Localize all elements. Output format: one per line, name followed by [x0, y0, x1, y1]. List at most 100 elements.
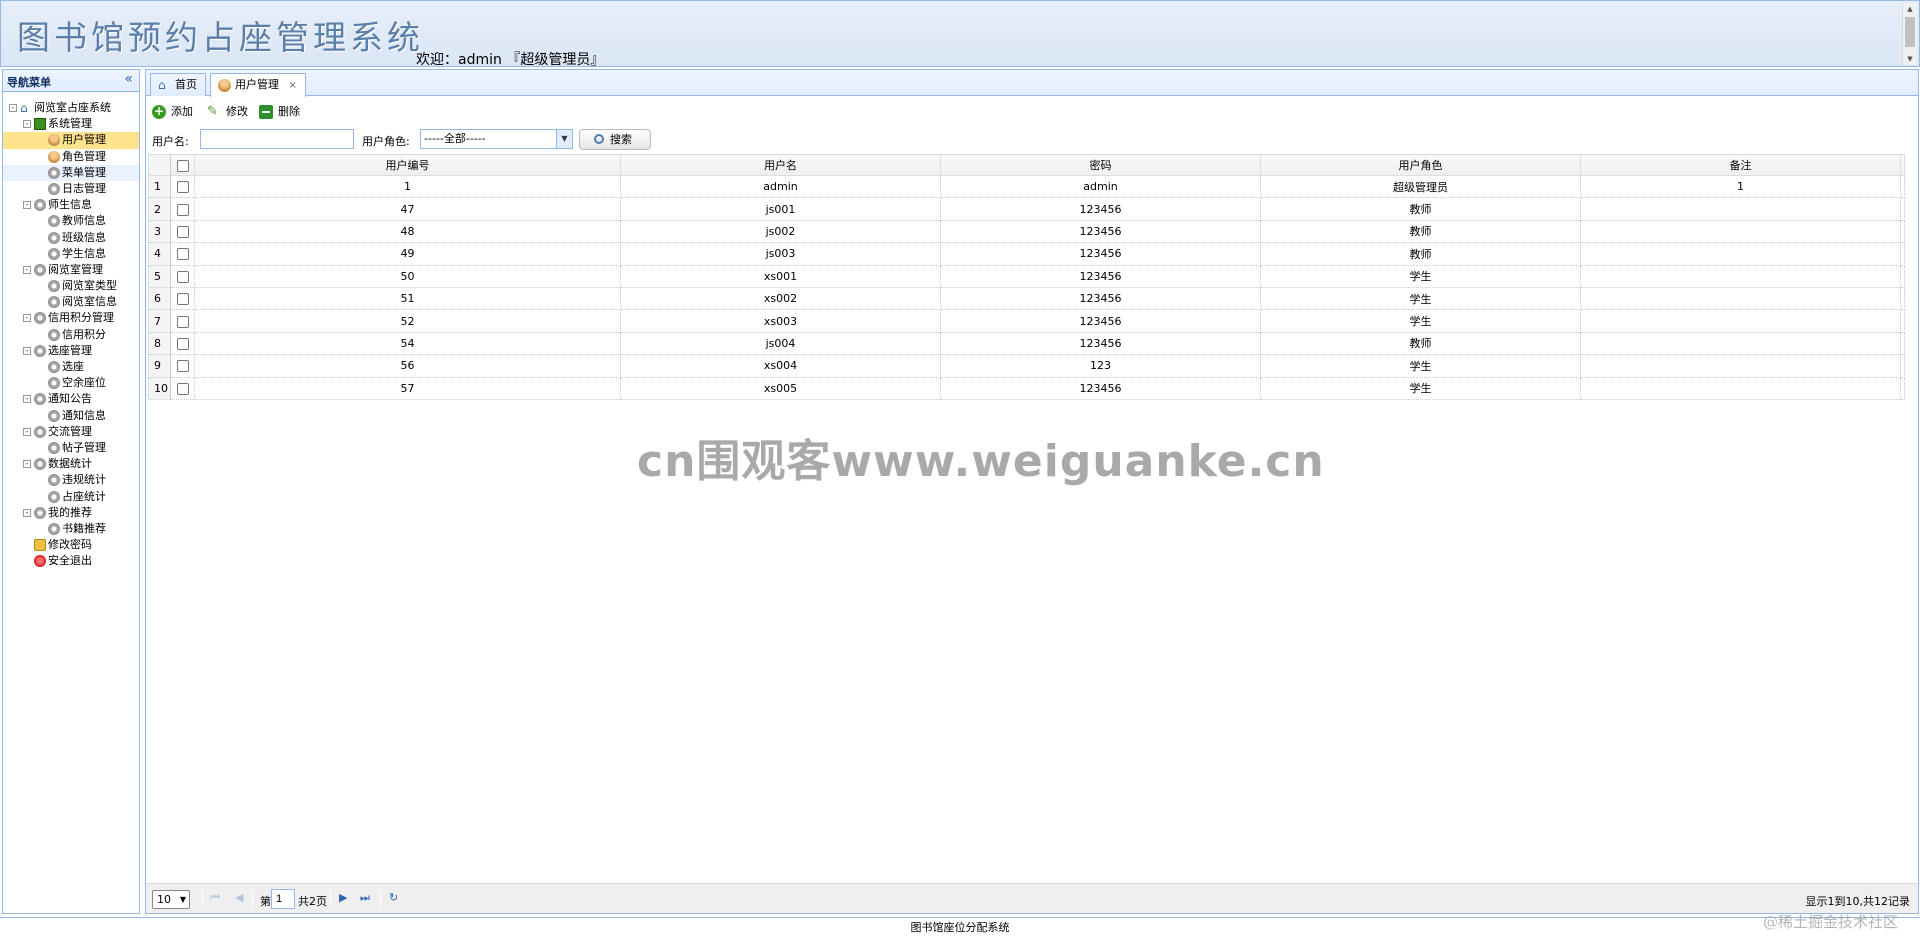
- collapse-toggle-icon[interactable]: -: [23, 265, 31, 274]
- pagination-info: 显示1到10,共12记录: [1805, 895, 1911, 908]
- row-checkbox[interactable]: [170, 331, 195, 356]
- row-checkbox[interactable]: [170, 242, 195, 266]
- collapse-toggle-icon[interactable]: -: [23, 395, 31, 404]
- col-remark[interactable]: 备注: [1580, 154, 1901, 176]
- nav-item[interactable]: - 信用积分管理: [3, 310, 139, 326]
- collapse-toggle-icon[interactable]: -: [23, 460, 31, 469]
- gear-icon: [48, 182, 60, 195]
- first-page-icon[interactable]: ⏮: [210, 891, 220, 905]
- refresh-icon[interactable]: ↻: [389, 891, 398, 904]
- page-prefix: 第: [260, 895, 271, 908]
- row-checkbox[interactable]: [170, 286, 195, 311]
- nav-item[interactable]: 通知信息: [3, 408, 139, 424]
- table-row[interactable]: 6 51 xs002 123456 学生: [148, 286, 1905, 311]
- tab-home[interactable]: ⌂ 首页: [150, 73, 206, 96]
- row-checkbox[interactable]: [170, 264, 195, 288]
- cell-password: 123456: [940, 286, 1261, 311]
- next-page-icon[interactable]: ▶: [339, 891, 347, 904]
- collapse-toggle-icon[interactable]: -: [23, 508, 31, 517]
- nav-item[interactable]: 书籍推荐: [3, 521, 139, 537]
- nav-item[interactable]: - 选座管理: [3, 343, 139, 359]
- table-row[interactable]: 9 56 xs004 123 学生: [148, 354, 1905, 378]
- nav-item[interactable]: 教师信息: [3, 213, 139, 229]
- page-number-input[interactable]: [271, 889, 295, 909]
- scroll-up-icon[interactable]: ▲: [1903, 3, 1917, 15]
- collapse-toggle-icon[interactable]: -: [9, 104, 17, 112]
- scroll-thumb[interactable]: [1905, 17, 1915, 47]
- nav-item[interactable]: 日志管理: [3, 181, 139, 197]
- table-row[interactable]: 1 1 admin admin 超级管理员 1: [148, 174, 1905, 199]
- nav-item[interactable]: 班级信息: [3, 230, 139, 246]
- chevron-down-icon[interactable]: ▼: [556, 130, 572, 148]
- nav-item[interactable]: - 通知公告: [3, 391, 139, 407]
- add-button[interactable]: + 添加: [152, 104, 193, 120]
- nav-item[interactable]: 占座统计: [3, 489, 139, 505]
- nav-item[interactable]: 菜单管理: [3, 164, 139, 181]
- col-role[interactable]: 用户角色: [1260, 154, 1581, 176]
- collapse-toggle-icon[interactable]: -: [23, 314, 31, 323]
- collapse-toggle-icon[interactable]: -: [23, 201, 31, 210]
- nav-item[interactable]: 选座: [3, 359, 139, 375]
- nav-item[interactable]: - ⌂ 阅览室占座系统: [3, 100, 139, 116]
- nav-item-label: 教师信息: [62, 214, 106, 228]
- nav-item[interactable]: 空余座位: [3, 375, 139, 391]
- table-row[interactable]: 2 47 js001 123456 教师: [148, 197, 1905, 221]
- row-checkbox[interactable]: [170, 219, 195, 244]
- page-size-select[interactable]: 10 ▼: [152, 890, 190, 909]
- nav-item[interactable]: 用户管理: [3, 132, 139, 149]
- table-row[interactable]: 4 49 js003 123456 教师: [148, 242, 1905, 266]
- row-checkbox[interactable]: [170, 354, 195, 378]
- table-row[interactable]: 5 50 xs001 123456 学生: [148, 264, 1905, 288]
- nav-item[interactable]: - 数据统计: [3, 456, 139, 472]
- col-username[interactable]: 用户名: [620, 154, 941, 176]
- nav-item[interactable]: 修改密码: [3, 537, 139, 553]
- nav-item-label: 数据统计: [48, 457, 92, 471]
- nav-item[interactable]: 信用积分: [3, 327, 139, 343]
- collapse-toggle-icon[interactable]: -: [23, 346, 31, 355]
- role-select[interactable]: -----全部----- ▼: [420, 129, 573, 149]
- edit-button[interactable]: ✎ 修改: [207, 104, 248, 120]
- last-page-icon[interactable]: ⏭: [360, 891, 370, 905]
- row-number: 9: [148, 354, 171, 378]
- nav-item[interactable]: 违规统计: [3, 472, 139, 488]
- pager-divider: [202, 890, 203, 908]
- search-button[interactable]: 搜索: [579, 129, 651, 150]
- col-password[interactable]: 密码: [940, 154, 1261, 176]
- row-checkbox[interactable]: [170, 376, 195, 400]
- prev-page-icon[interactable]: ◀: [235, 891, 243, 904]
- nav-item[interactable]: 阅览室类型: [3, 278, 139, 294]
- table-row[interactable]: 10 57 xs005 123456 学生: [148, 376, 1905, 400]
- nav-item[interactable]: - 系统管理: [3, 116, 139, 132]
- nav-item-label: 帖子管理: [62, 440, 106, 454]
- nav-item[interactable]: 帖子管理: [3, 440, 139, 456]
- table-row[interactable]: 7 52 xs003 123456 学生: [148, 309, 1905, 333]
- collapse-toggle-icon[interactable]: -: [23, 120, 31, 129]
- nav-item[interactable]: - 阅览室管理: [3, 262, 139, 278]
- nav-item[interactable]: 学生信息: [3, 246, 139, 262]
- row-checkbox[interactable]: [170, 174, 195, 199]
- nav-item[interactable]: - 交流管理: [3, 424, 139, 440]
- delete-button[interactable]: 删除: [259, 104, 300, 120]
- tab-label: 首页: [175, 78, 197, 91]
- nav-item[interactable]: - 师生信息: [3, 197, 139, 213]
- row-checkbox[interactable]: [170, 309, 195, 333]
- nav-item[interactable]: 角色管理: [3, 149, 139, 165]
- collapse-icon[interactable]: «: [124, 71, 133, 87]
- nav-item[interactable]: 阅览室信息: [3, 294, 139, 310]
- table-row[interactable]: 8 54 js004 123456 教师: [148, 331, 1905, 356]
- select-all-checkbox[interactable]: [170, 154, 195, 176]
- username-input[interactable]: [200, 129, 354, 149]
- edit-label: 修改: [226, 105, 248, 118]
- row-checkbox[interactable]: [170, 197, 195, 221]
- collapse-toggle-icon[interactable]: -: [23, 427, 31, 436]
- header-scrollbar[interactable]: ▲ ▼: [1902, 3, 1917, 65]
- main-panel: ⌂ 首页 用户管理 × + 添加 ✎ 修改 删除 用户名: 用户角色: ----…: [145, 69, 1919, 914]
- tab-user-management[interactable]: 用户管理 ×: [210, 73, 306, 97]
- scroll-down-icon[interactable]: ▼: [1903, 53, 1917, 65]
- cell-user-id: 51: [194, 286, 621, 311]
- nav-item[interactable]: - 我的推荐: [3, 505, 139, 521]
- close-icon[interactable]: ×: [289, 80, 297, 91]
- col-user-id[interactable]: 用户编号: [194, 154, 621, 176]
- nav-item[interactable]: 安全退出: [3, 553, 139, 569]
- table-row[interactable]: 3 48 js002 123456 教师: [148, 219, 1905, 244]
